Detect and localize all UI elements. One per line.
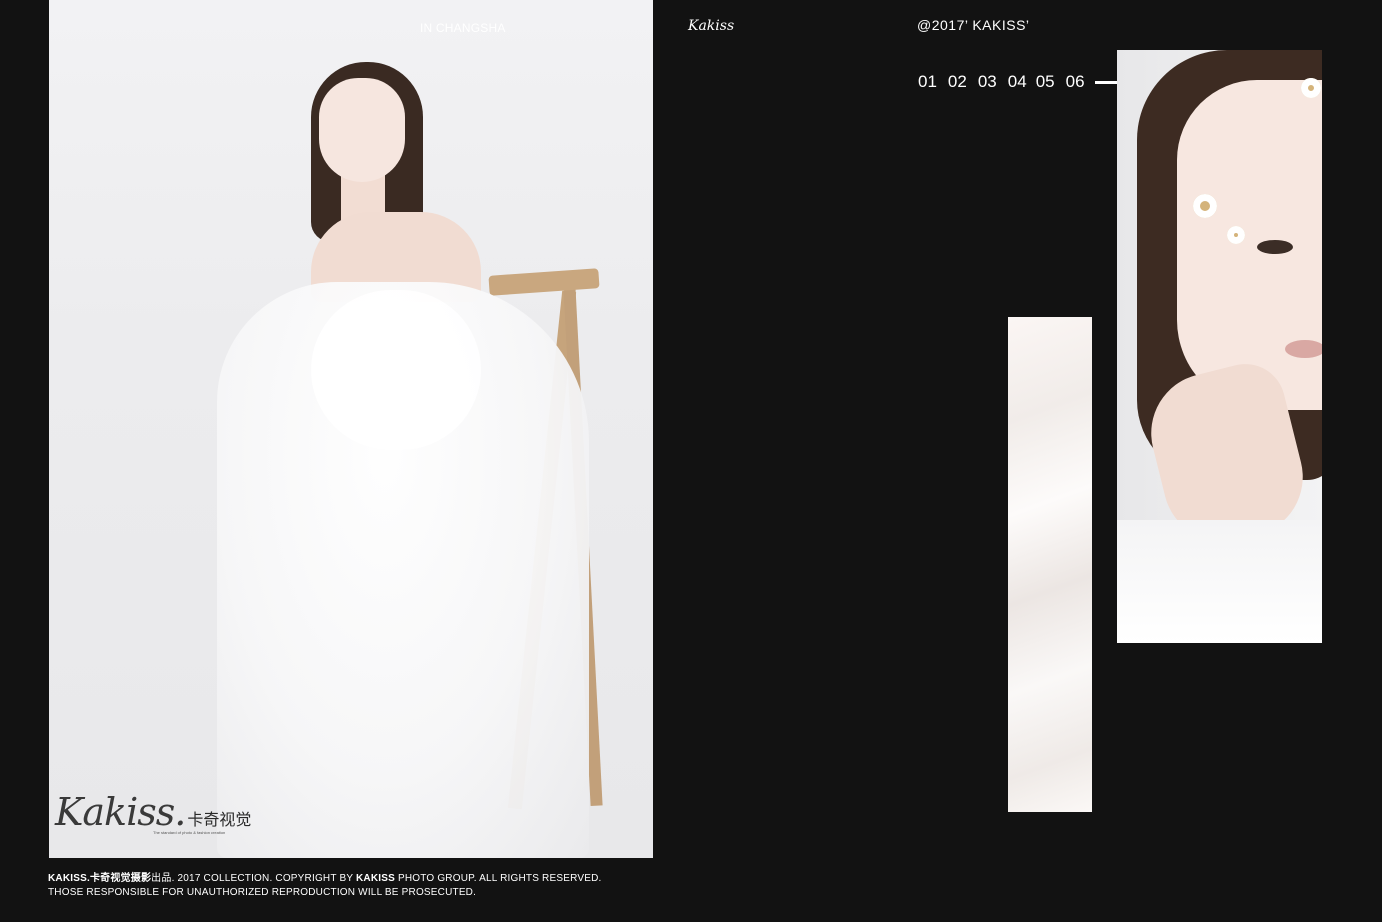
- model-eye: [1257, 240, 1293, 254]
- fabric-detail-photo: [1008, 317, 1092, 812]
- white-dress: [1117, 520, 1322, 643]
- page-number-03[interactable]: 03: [978, 72, 997, 92]
- closeup-portrait-photo: [1117, 50, 1322, 643]
- logo-tagline: The standard of photo & fashion creation: [153, 830, 226, 835]
- chair-back: [488, 268, 600, 296]
- brand-logo: Kakiss. 卡奇视觉 The standard of photo & fash…: [55, 790, 251, 835]
- page-number-06[interactable]: 06: [1066, 72, 1085, 92]
- daisy-icon: [1301, 78, 1321, 98]
- logo-chinese: 卡奇视觉: [187, 810, 252, 829]
- footer-text-b: PHOTO GROUP. ALL RIGHTS RESERVED.: [394, 873, 602, 884]
- page-number-01[interactable]: 01: [918, 72, 937, 92]
- daisy-icon: [1227, 226, 1245, 244]
- footer: KAKISS.卡奇视觉摄影出品. 2017 COLLECTION. COPYRI…: [48, 872, 601, 900]
- model-face: [319, 78, 405, 182]
- footer-line-2: THOSE RESPONSIBLE FOR UNAUTHORIZED REPRO…: [48, 887, 477, 898]
- daisy-icon: [1193, 194, 1217, 218]
- page-number-05[interactable]: 05: [1036, 72, 1055, 92]
- footer-brand: KAKISS.卡奇视觉摄影: [48, 873, 152, 884]
- model-lips: [1285, 340, 1322, 358]
- model-face: [1177, 80, 1322, 410]
- sheer-sleeve: [311, 290, 481, 450]
- logo-script: Kakiss.: [55, 790, 186, 834]
- footer-text-a: 出品. 2017 COLLECTION. COPYRIGHT BY: [151, 873, 356, 884]
- footer-line-1: KAKISS.卡奇视觉摄影出品. 2017 COLLECTION. COPYRI…: [48, 872, 601, 886]
- page-number-02[interactable]: 02: [948, 72, 967, 92]
- page-index: 01 02 03 04 05 06: [918, 72, 1131, 92]
- header-copyright: @2017’ KAKISS’: [917, 17, 1030, 33]
- footer-brand-2: KAKISS: [356, 873, 395, 884]
- header-brand-script: Kakiss: [688, 18, 735, 34]
- page-number-04[interactable]: 04: [1008, 72, 1027, 92]
- header-location: IN CHANGSHA: [420, 21, 506, 35]
- main-photo: Kakiss. 卡奇视觉 The standard of photo & fash…: [49, 0, 653, 858]
